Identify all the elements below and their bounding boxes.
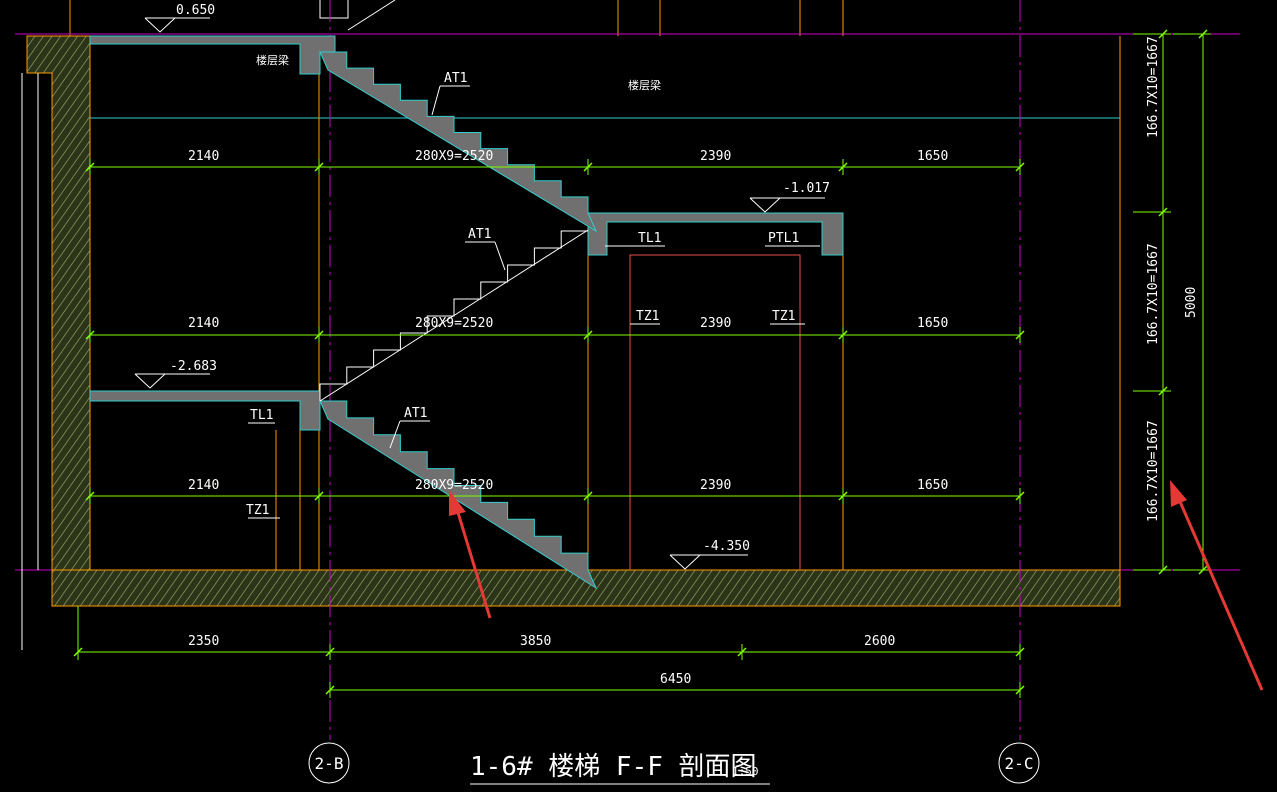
bottom-dim-2: 3850 bbox=[520, 634, 551, 649]
bottom-dim-3: 2600 bbox=[864, 634, 895, 649]
stair-section-drawing: 0.650 -1.017 -2.683 -4.350 楼层梁 楼层梁 AT1 A… bbox=[0, 0, 1277, 792]
vertical-dim-seg3: 166.7X10=1667 bbox=[1146, 420, 1161, 522]
row1-dim-1: 2140 bbox=[188, 149, 219, 164]
drawing-scale: 1:50 bbox=[732, 765, 759, 778]
row2-dim-3: 2390 bbox=[700, 316, 731, 331]
axis-label-2c: 2-C bbox=[1005, 754, 1034, 773]
bottom-dim-1: 2350 bbox=[188, 634, 219, 649]
tl1-label-lower: TL1 bbox=[250, 408, 273, 423]
vertical-dim-seg2: 166.7X10=1667 bbox=[1146, 243, 1161, 345]
at1-label-middle: AT1 bbox=[468, 227, 491, 242]
row3-dim-3: 2390 bbox=[700, 478, 731, 493]
row2-dim-1: 2140 bbox=[188, 316, 219, 331]
level-mid-text: -1.017 bbox=[783, 181, 830, 196]
tz1-label-lower: TZ1 bbox=[246, 503, 269, 518]
row1-dim-3: 2390 bbox=[700, 149, 731, 164]
row3-dim-4: 1650 bbox=[917, 478, 948, 493]
tz1-label-right: TZ1 bbox=[772, 309, 795, 324]
bottom-dim-total: 6450 bbox=[660, 672, 691, 687]
row3-dim-1: 2140 bbox=[188, 478, 219, 493]
row2-dim-2: 280X9=2520 bbox=[415, 316, 493, 331]
level-top-text: 0.650 bbox=[176, 3, 215, 18]
level-bottom-text: -4.350 bbox=[703, 539, 750, 554]
at1-label-upper: AT1 bbox=[444, 71, 467, 86]
drawing-title: 1-6# 楼梯 F-F 剖面图 bbox=[470, 752, 757, 782]
floor-beam-label-center: 楼层梁 bbox=[628, 78, 661, 92]
tz1-label-left: TZ1 bbox=[636, 309, 659, 324]
row3-dim-2: 280X9=2520 bbox=[415, 478, 493, 493]
row2-dim-4: 1650 bbox=[917, 316, 948, 331]
at1-label-lower: AT1 bbox=[404, 406, 427, 421]
axis-label-2b: 2-B bbox=[315, 754, 344, 773]
row1-dim-2: 280X9=2520 bbox=[415, 149, 493, 164]
floor-beam-label-left: 楼层梁 bbox=[256, 53, 289, 67]
tl1-label-mid: TL1 bbox=[638, 231, 661, 246]
row1-dim-4: 1650 bbox=[917, 149, 948, 164]
ptl1-label: PTL1 bbox=[768, 231, 799, 246]
level-lower-text: -2.683 bbox=[170, 359, 217, 374]
vertical-dim-seg1: 166.7X10=1667 bbox=[1146, 36, 1161, 138]
vertical-dim-total: 5000 bbox=[1184, 287, 1199, 318]
